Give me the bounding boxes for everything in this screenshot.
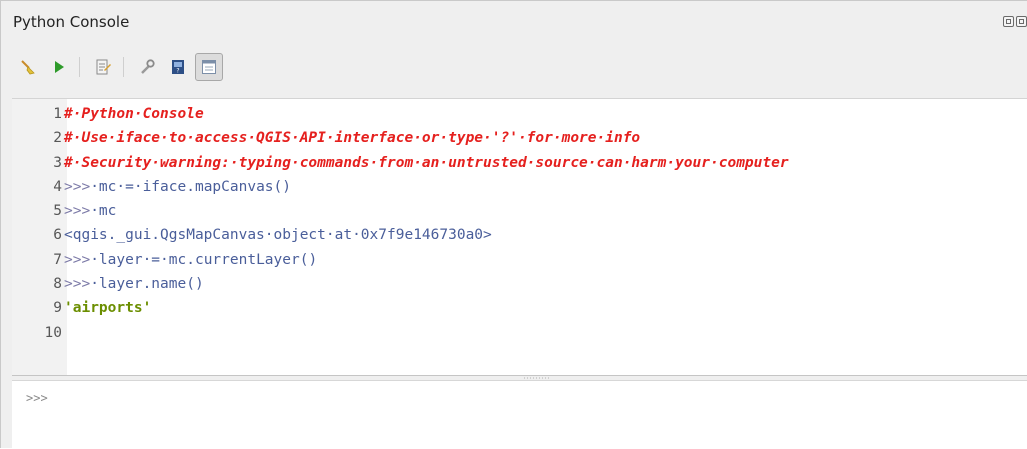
line-number: 10	[44, 324, 62, 341]
line-text: #·Python·Console	[64, 106, 204, 122]
console-input-area[interactable]: >>>	[12, 380, 1027, 449]
line-text: <qgis._gui.QgsMapCanvas·object·at·0x7f9e…	[64, 227, 492, 244]
line-text: ·mc·=·iface.mapCanvas()	[90, 178, 291, 195]
line-content: >>>·mc	[64, 199, 116, 223]
help-book-icon: ?	[172, 60, 184, 75]
line-number: 6	[53, 227, 62, 244]
line-text: #·Security·warning:·typing·commands·from…	[64, 154, 789, 171]
line-content: >>>·layer·=·mc.currentLayer()	[64, 248, 317, 272]
line-content: #·Use·iface·to·access·QGIS·API·interface…	[64, 126, 640, 150]
close-panel-icon[interactable]	[1016, 16, 1027, 27]
toggle-panel-icon	[202, 60, 216, 74]
line-content: #·Python·Console	[64, 102, 204, 126]
float-panel-icon[interactable]	[1003, 16, 1014, 27]
code-lines: 1 #·Python·Console 2 #·Use·iface·to·access·…	[12, 102, 1027, 345]
line-number: 4	[53, 178, 62, 195]
svg-text:?: ?	[176, 68, 179, 75]
console-toolbar: ?	[17, 53, 232, 81]
code-line: 5 >>>·mc	[12, 199, 1027, 223]
line-number: 1	[53, 106, 62, 122]
line-text: ·layer·=·mc.currentLayer()	[90, 251, 318, 268]
run-command-button[interactable]	[48, 56, 70, 78]
prompt-marker: >>>	[64, 178, 91, 195]
toolbar-separator	[123, 57, 124, 77]
panel-title: Python Console	[13, 7, 129, 37]
code-line: 4 >>>·mc·=·iface.mapCanvas()	[12, 175, 1027, 199]
line-content: >>>·mc·=·iface.mapCanvas()	[64, 175, 291, 199]
code-line: 2 #·Use·iface·to·access·QGIS·API·interfac…	[12, 126, 1027, 150]
code-line: 8 >>>·layer.name()	[12, 272, 1027, 296]
line-text: ·mc	[90, 203, 117, 220]
prompt-marker: >>>	[64, 276, 91, 293]
toolbar-separator	[79, 57, 80, 77]
splitter-grip	[523, 377, 549, 379]
show-editor-icon	[96, 59, 111, 75]
code-line: 9'airports'	[12, 296, 1027, 320]
options-button[interactable]	[136, 56, 158, 78]
line-number: 5	[53, 203, 62, 220]
line-content: <qgis._gui.QgsMapCanvas·object·at·0x7f9e…	[64, 223, 492, 247]
show-editor-button[interactable]	[92, 56, 114, 78]
line-content: >>>·layer.name()	[64, 272, 204, 296]
line-number: 7	[53, 251, 62, 268]
line-content: 'airports'	[64, 296, 151, 320]
prompt-marker: >>>	[64, 251, 91, 268]
input-prompt: >>>	[26, 391, 48, 405]
python-console-panel: Python Console ? 1 #·Python·Console 2 #·…	[0, 0, 1027, 449]
console-output-editor[interactable]: 1 #·Python·Console 2 #·Use·iface·to·access·…	[12, 98, 1027, 376]
code-line: 10	[12, 321, 1027, 345]
run-command-icon	[55, 61, 64, 73]
toggle-panel-button[interactable]	[195, 53, 223, 81]
panel-title-buttons	[1003, 16, 1027, 27]
code-line: 3 #·Security·warning:·typing·commands·fro…	[12, 151, 1027, 175]
code-line: 6 <qgis._gui.QgsMapCanvas·object·at·0x7f9…	[12, 223, 1027, 247]
clear-console-button[interactable]	[17, 56, 39, 78]
clear-console-broom-icon	[21, 60, 35, 75]
line-text: #·Use·iface·to·access·QGIS·API·interface…	[64, 130, 641, 147]
line-content: #·Security·warning:·typing·commands·from…	[64, 151, 789, 175]
line-text: 'airports'	[64, 300, 152, 317]
line-number: 2	[53, 130, 62, 147]
line-text: ·layer.name()	[90, 276, 204, 293]
line-number: 8	[53, 276, 62, 293]
code-line: 7 >>>·layer·=·mc.currentLayer()	[12, 248, 1027, 272]
panel-title-text: Python Console	[13, 13, 130, 31]
options-wrench-icon	[141, 59, 155, 74]
line-number: 9	[53, 300, 62, 317]
help-button[interactable]: ?	[167, 56, 189, 78]
code-line: 1 #·Python·Console	[12, 102, 1027, 126]
line-number: 3	[53, 154, 62, 171]
prompt-marker: >>>	[64, 203, 91, 220]
